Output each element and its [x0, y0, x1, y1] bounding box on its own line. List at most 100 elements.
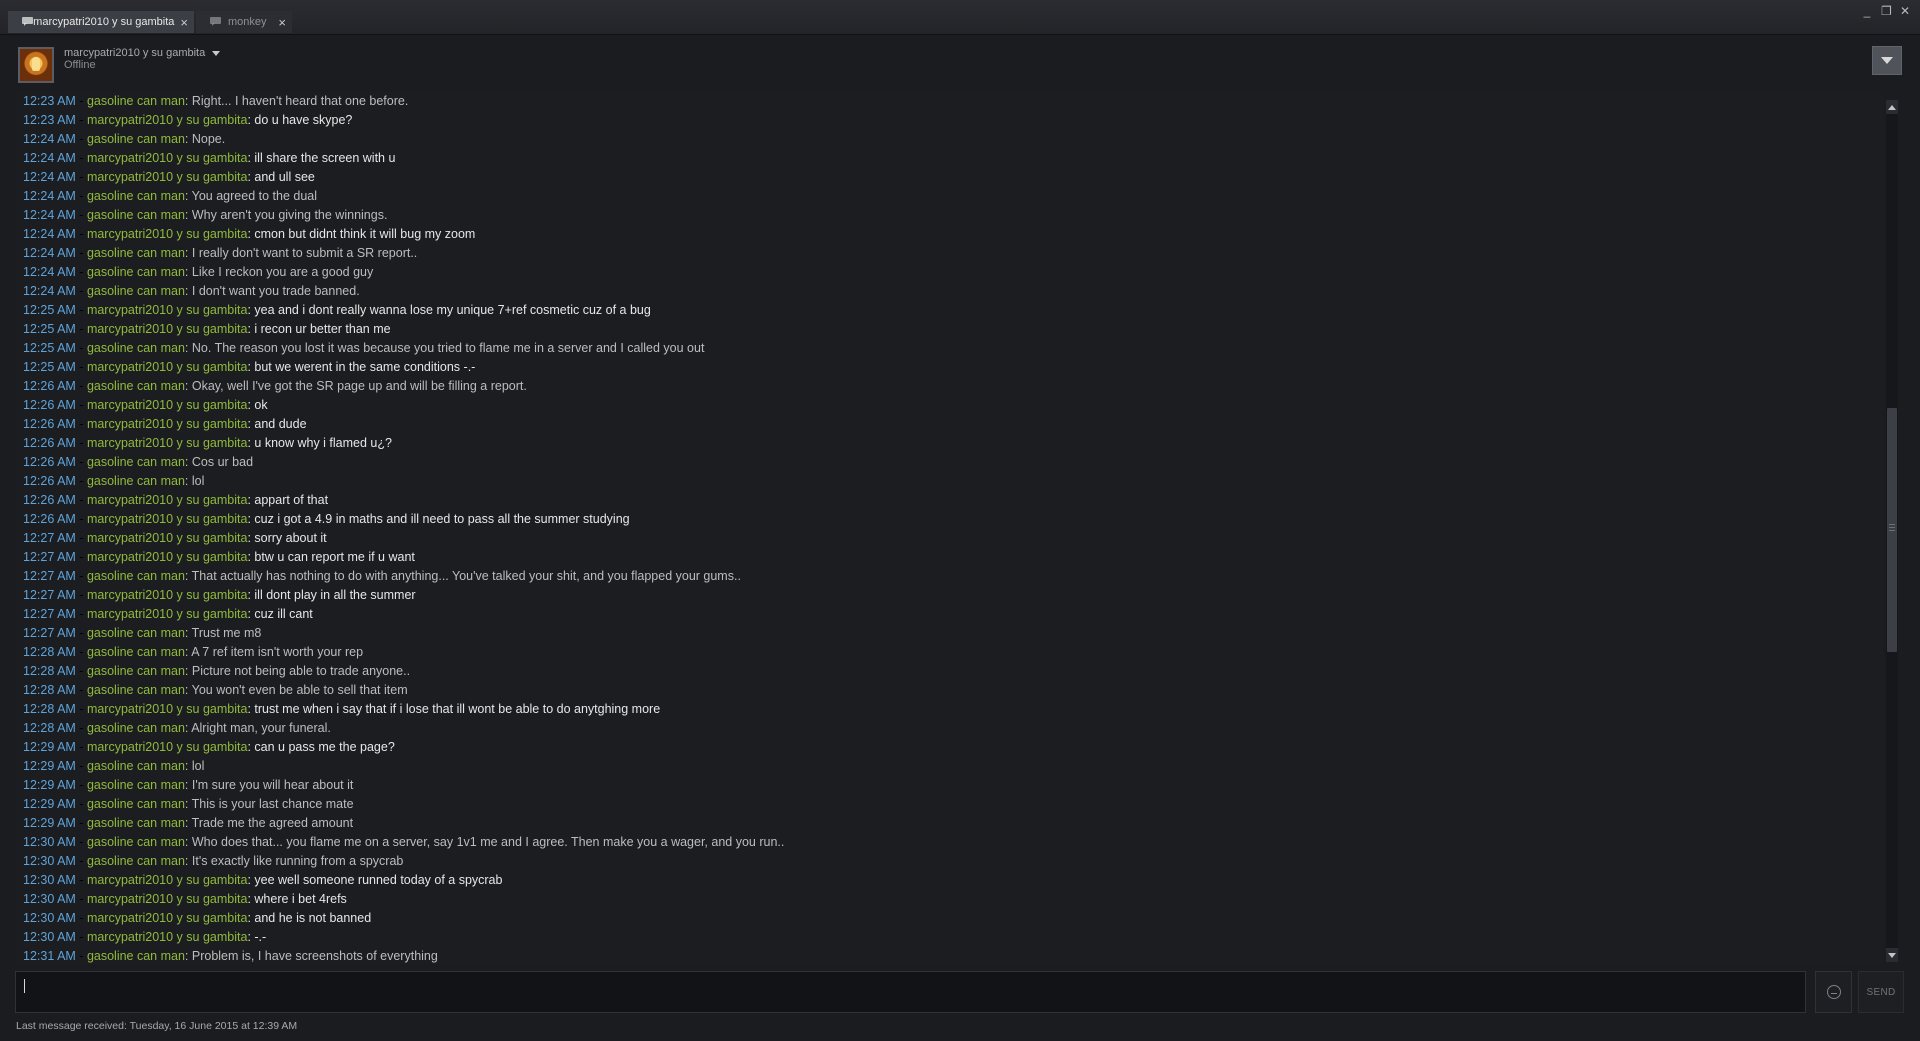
message-time: 12:25 AM [23, 360, 76, 374]
chat-message: 12:24 AM - gasoline can man: You agreed … [15, 187, 1883, 206]
message-sender: gasoline can man [86, 797, 185, 811]
send-button[interactable]: SEND [1858, 971, 1904, 1013]
message-sender: marcypatri2010 y su gambita [86, 493, 248, 507]
message-colon: : [184, 265, 192, 279]
message-separator: - [75, 170, 87, 184]
message-separator: - [75, 816, 87, 830]
tab-marcypatri2010[interactable]: marcypatri2010 y su gambita × [8, 11, 194, 33]
message-separator: - [75, 417, 87, 431]
message-text: and he is not banned [254, 911, 372, 925]
message-time: 12:26 AM [23, 474, 76, 488]
message-sender: marcypatri2010 y su gambita [86, 170, 248, 184]
message-text: ill share the screen with u [254, 151, 396, 165]
message-time: 12:27 AM [23, 607, 76, 621]
chat-options-button[interactable] [1872, 46, 1902, 75]
message-time: 12:31 AM [23, 949, 76, 963]
message-colon: : [184, 949, 192, 963]
message-separator: - [75, 151, 87, 165]
minimize-icon[interactable]: _ [1862, 4, 1872, 18]
chat-message: 12:26 AM - marcypatri2010 y su gambita: … [15, 434, 1883, 453]
message-sender: gasoline can man [86, 721, 185, 735]
message-time: 12:28 AM [23, 683, 76, 697]
message-text: I'm sure you will hear about it [191, 778, 354, 792]
message-sender: gasoline can man [86, 835, 185, 849]
message-separator: - [75, 246, 87, 260]
message-sender: gasoline can man [86, 854, 185, 868]
message-time: 12:26 AM [23, 512, 76, 526]
message-time: 12:27 AM [23, 550, 76, 564]
message-sender: marcypatri2010 y su gambita [86, 588, 248, 602]
tab-label: monkey [228, 16, 267, 28]
close-tab-icon[interactable]: × [180, 15, 188, 30]
friend-name-dropdown[interactable]: marcypatri2010 y su gambita [64, 47, 221, 59]
chat-message: 12:26 AM - marcypatri2010 y su gambita: … [15, 510, 1883, 529]
message-time: 12:23 AM [23, 113, 76, 127]
message-text: lol [191, 474, 205, 488]
close-window-icon[interactable]: ✕ [1900, 4, 1910, 18]
message-text: This is your last chance mate [191, 797, 354, 811]
message-sender: marcypatri2010 y su gambita [86, 322, 248, 336]
chat-message: 12:25 AM - marcypatri2010 y su gambita: … [15, 320, 1883, 339]
message-text: i recon ur better than me [254, 322, 391, 336]
message-text: No. The reason you lost it was because y… [191, 341, 705, 355]
scroll-up-button[interactable] [1886, 100, 1898, 114]
message-time: 12:24 AM [23, 170, 76, 184]
chat-bubble-icon [210, 17, 222, 27]
message-colon: : [184, 759, 192, 773]
message-text: u know why i flamed u¿? [254, 436, 392, 450]
message-text: Trade me the agreed amount [191, 816, 354, 830]
message-text: appart of that [254, 493, 329, 507]
tab-monkey[interactable]: monkey × [196, 11, 292, 33]
message-sender: gasoline can man [86, 474, 185, 488]
message-sender: marcypatri2010 y su gambita [86, 436, 248, 450]
message-sender: marcypatri2010 y su gambita [86, 930, 248, 944]
avatar[interactable] [18, 47, 54, 83]
scroll-thumb[interactable] [1887, 408, 1897, 652]
chat-message: 12:27 AM - gasoline can man: That actual… [15, 567, 1883, 586]
chat-message: 12:25 AM - marcypatri2010 y su gambita: … [15, 358, 1883, 377]
message-text: cuz i got a 4.9 in maths and ill need to… [254, 512, 630, 526]
message-text: yee well someone runned today of a spycr… [254, 873, 503, 887]
message-log[interactable]: 12:23 AM - gasoline can man: Right... I … [15, 92, 1883, 964]
message-separator: - [75, 341, 87, 355]
message-separator: - [75, 550, 87, 564]
message-text: That actually has nothing to do with any… [191, 569, 741, 583]
message-sender: marcypatri2010 y su gambita [86, 151, 248, 165]
chat-message: 12:24 AM - marcypatri2010 y su gambita: … [15, 168, 1883, 187]
message-text: and ull see [254, 170, 315, 184]
message-colon: : [184, 626, 192, 640]
message-text: A 7 ref item isn't worth your rep [191, 645, 364, 659]
chat-message: 12:30 AM - marcypatri2010 y su gambita: … [15, 928, 1883, 947]
message-colon: : [184, 189, 192, 203]
message-colon: : [184, 854, 192, 868]
emoticon-button[interactable] [1815, 971, 1852, 1013]
message-separator: - [75, 512, 87, 526]
message-text: Nope. [191, 132, 226, 146]
message-input[interactable] [15, 971, 1806, 1013]
message-colon: : [184, 455, 192, 469]
message-separator: - [75, 455, 87, 469]
scrollbar[interactable] [1886, 100, 1898, 962]
message-separator: - [75, 208, 87, 222]
close-tab-icon[interactable]: × [278, 15, 286, 30]
message-text: I don't want you trade banned. [191, 284, 360, 298]
message-colon: : [184, 474, 192, 488]
message-colon: : [184, 569, 192, 583]
restore-icon[interactable]: ❐ [1881, 4, 1892, 18]
message-separator: - [75, 949, 87, 963]
message-colon: : [184, 284, 192, 298]
message-time: 12:29 AM [23, 740, 76, 754]
message-separator: - [75, 94, 87, 108]
message-separator: - [75, 607, 87, 621]
message-text: Cos ur bad [191, 455, 254, 469]
message-text: You agreed to the dual [191, 189, 317, 203]
message-sender: gasoline can man [86, 208, 185, 222]
scroll-down-button[interactable] [1886, 948, 1898, 962]
message-time: 12:24 AM [23, 265, 76, 279]
message-sender: gasoline can man [86, 379, 185, 393]
message-separator: - [75, 474, 87, 488]
chat-message: 12:27 AM - gasoline can man: Trust me m8 [15, 624, 1883, 643]
chevron-down-icon[interactable] [212, 50, 221, 56]
message-sender: marcypatri2010 y su gambita [86, 113, 248, 127]
message-sender: gasoline can man [86, 569, 185, 583]
